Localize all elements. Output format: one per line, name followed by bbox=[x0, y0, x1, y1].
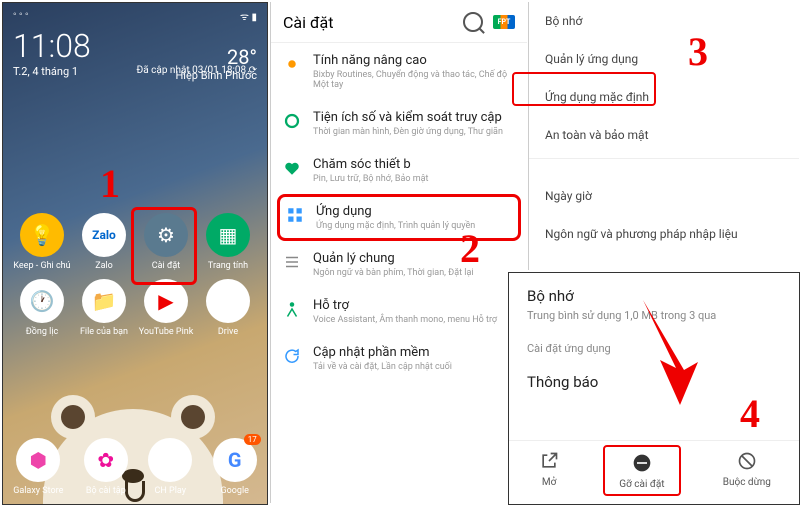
dock-galaxy-store[interactable]: ⬢Galaxy Store bbox=[13, 438, 63, 496]
app-label: Bộ cài tập bbox=[84, 486, 128, 496]
step-number-4: 4 bbox=[740, 390, 760, 437]
person-icon bbox=[283, 300, 301, 318]
updated-label: Đã cập nhật 03/01 18:08 ⟳ bbox=[137, 65, 257, 76]
uninstall-button[interactable]: Gỡ cài đặt bbox=[603, 445, 680, 496]
open-icon bbox=[537, 449, 561, 473]
memory-sub: Trung bình sử dụng 1,0 MB trong 3 qua bbox=[527, 309, 781, 322]
system-icons: ᯤ ▮ bbox=[240, 9, 257, 23]
search-icon[interactable] bbox=[463, 12, 483, 32]
app-youtube[interactable]: ▶YouTube Pink bbox=[135, 279, 197, 337]
home-screen-panel: ◦ ◦ ◦ ᯤ ▮ 11:08 T.2, 4 tháng 1 28° Hiệp … bbox=[2, 2, 268, 505]
settings-header: Cài đặt FPT bbox=[271, 2, 527, 43]
app-label: File của bạn bbox=[73, 327, 135, 337]
app-label: Keep - Ghi chú bbox=[11, 261, 73, 271]
settings-panel: Cài đặt FPT Tính năng nâng cao Bixby Rout… bbox=[270, 2, 527, 503]
dock-play-store[interactable]: ▶CH Play bbox=[148, 438, 192, 496]
item-sub: Pin, Lưu trữ, Bộ nhớ, Bảo mật bbox=[313, 174, 515, 184]
button-label: Mở bbox=[537, 477, 561, 488]
badge-count: 17 bbox=[244, 434, 261, 445]
sliders-icon bbox=[283, 253, 301, 271]
item-sub: Thời gian màn hình, Đèn giờ ứng dụng, Th… bbox=[313, 127, 515, 137]
highlight-settings-icon bbox=[131, 207, 197, 285]
button-label: Gỡ cài đặt bbox=[619, 479, 664, 490]
app-files[interactable]: 📁File của bạn bbox=[73, 279, 135, 337]
app-sheets[interactable]: ▦Trang tính bbox=[197, 213, 259, 271]
item-sub: Bixby Routines, Chuyển động và thao tác,… bbox=[313, 70, 515, 90]
dock: ⬢Galaxy Store ✿Bộ cài tập ▶CH Play G17Go… bbox=[3, 394, 267, 504]
settings-item-apps[interactable]: Ứng dụng Ứng dụng mặc định, Trình quản lý… bbox=[277, 194, 521, 241]
item-security[interactable]: An toàn và bảo mật bbox=[529, 116, 799, 154]
app-drive[interactable]: ▲Drive bbox=[197, 279, 259, 337]
app-info-panel: Bộ nhớ Trung bình sử dụng 1,0 MB trong 3… bbox=[508, 272, 800, 505]
app-label: CH Play bbox=[148, 486, 192, 496]
app-label: Drive bbox=[197, 327, 259, 337]
app-settings-label: Cài đặt ứng dụng bbox=[527, 342, 781, 355]
step-number-1: 1 bbox=[100, 160, 120, 207]
item-title: Tính năng nâng cao bbox=[313, 53, 515, 68]
item-sub: Ngôn ngữ và bàn phím, Thời gian, Đặt lại bbox=[313, 268, 515, 278]
app-clock[interactable]: 🕐Đồng lịc bbox=[11, 279, 73, 337]
refresh-icon bbox=[283, 347, 301, 365]
item-title: Ứng dụng bbox=[316, 204, 512, 219]
item-title: Chăm sóc thiết b bbox=[313, 157, 515, 172]
item-title: Cập nhật phần mềm bbox=[313, 345, 515, 360]
minus-circle-icon bbox=[630, 451, 654, 475]
settings-item-accessibility[interactable]: Hỗ trợ Voice Assistant, Âm thanh mono, me… bbox=[271, 288, 527, 335]
circle-icon bbox=[283, 112, 301, 130]
block-icon bbox=[735, 449, 759, 473]
item-title: Quản lý chung bbox=[313, 251, 515, 266]
force-stop-button[interactable]: Buộc dừng bbox=[723, 449, 771, 492]
app-label: Galaxy Store bbox=[13, 486, 63, 496]
grid-icon bbox=[286, 206, 304, 224]
bottom-action-bar: Mở Gỡ cài đặt Buộc dừng bbox=[509, 440, 799, 500]
app-keep[interactable]: 💡Keep - Ghi chú bbox=[11, 213, 73, 271]
item-sub: Voice Assistant, Âm thanh mono, menu Hỗ … bbox=[313, 315, 515, 325]
app-label: Zalo bbox=[73, 261, 135, 271]
fpt-logo: FPT bbox=[493, 15, 515, 29]
weather-widget[interactable]: 28° Hiệp Bình Phước bbox=[175, 45, 257, 82]
heart-icon bbox=[283, 159, 301, 177]
item-sub: Ứng dụng mặc định, Trình quản lý quyền bbox=[316, 221, 512, 231]
settings-item-digital[interactable]: Tiện ích số và kiểm soát truy cập Thời gi… bbox=[271, 100, 527, 147]
app-label: Google bbox=[213, 486, 257, 496]
item-language[interactable]: Ngôn ngữ và phương pháp nhập liệu bbox=[529, 215, 799, 253]
settings-title: Cài đặt bbox=[283, 13, 333, 32]
app-label: YouTube Pink bbox=[135, 327, 197, 337]
memory-title: Bộ nhớ bbox=[527, 287, 781, 305]
item-title: Hỗ trợ bbox=[313, 298, 515, 313]
settings-sublist-panel: Bộ nhớ Quản lý ứng dụng Ứng dụng mặc địn… bbox=[528, 2, 799, 270]
step-number-2: 2 bbox=[460, 225, 480, 272]
open-button[interactable]: Mở bbox=[537, 449, 561, 492]
app-zalo[interactable]: ZaloZalo bbox=[73, 213, 135, 271]
settings-item-device-care[interactable]: Chăm sóc thiết b Pin, Lưu trữ, Bộ nhớ, Bả… bbox=[271, 147, 527, 194]
button-label: Buộc dừng bbox=[723, 477, 771, 488]
sun-icon bbox=[283, 55, 301, 73]
item-memory[interactable]: Bộ nhớ bbox=[529, 2, 799, 40]
settings-item-general[interactable]: Quản lý chung Ngôn ngữ và bàn phím, Thời … bbox=[271, 241, 527, 288]
notifications-label: Thông báo bbox=[527, 373, 781, 391]
settings-item-advanced[interactable]: Tính năng nâng cao Bixby Routines, Chuyển… bbox=[271, 43, 527, 100]
status-bar: ◦ ◦ ◦ ᯤ ▮ bbox=[3, 3, 267, 23]
highlight-app-management bbox=[512, 72, 656, 106]
step-number-3: 3 bbox=[688, 28, 708, 75]
notif-icons: ◦ ◦ ◦ bbox=[13, 9, 29, 23]
item-datetime[interactable]: Ngày giờ bbox=[529, 177, 799, 215]
dock-installer[interactable]: ✿Bộ cài tập bbox=[84, 438, 128, 496]
item-sub: Tải về và cài đặt, Lần cập nhật cuối bbox=[313, 362, 515, 372]
item-title: Tiện ích số và kiểm soát truy cập bbox=[313, 110, 515, 125]
app-label: Trang tính bbox=[197, 261, 259, 271]
settings-item-update[interactable]: Cập nhật phần mềm Tải về và cài đặt, Lần … bbox=[271, 335, 527, 382]
dock-google[interactable]: G17Google bbox=[213, 438, 257, 496]
app-label: Đồng lịc bbox=[11, 327, 73, 337]
